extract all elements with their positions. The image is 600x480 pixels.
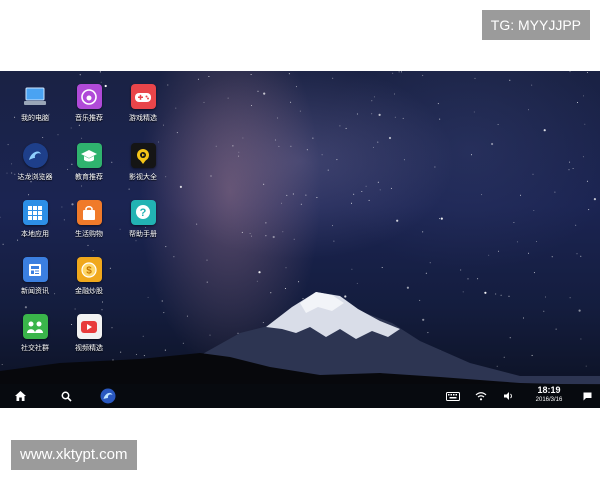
desktop-icon-music[interactable]: 音乐推荐 <box>61 82 117 138</box>
gamepad-icon <box>130 84 156 109</box>
desktop-icon-videos[interactable]: 视频精选 <box>61 312 117 368</box>
desktop-icon-shopping[interactable]: 生活购物 <box>61 198 117 254</box>
shopping-bag-icon <box>76 200 102 225</box>
svg-text:$: $ <box>86 265 92 276</box>
desktop-icon-browser[interactable]: 达龙浏览器 <box>7 141 63 197</box>
finance-coin-icon: $ <box>76 257 102 282</box>
desktop-icon-finance[interactable]: $ 金融炒股 <box>61 255 117 311</box>
desktop-icon-label: 视频精选 <box>75 344 103 352</box>
search-button[interactable] <box>56 384 76 408</box>
graduation-cap-icon <box>76 143 102 168</box>
notification-icon <box>583 392 591 400</box>
desktop-icon-label: 影视大全 <box>129 173 157 181</box>
clock-time: 18:19 <box>537 385 561 395</box>
taskbar: 18:19 2016/3/16 <box>0 384 600 408</box>
svg-text:?: ? <box>140 207 147 219</box>
volume-icon <box>503 392 512 400</box>
social-group-icon <box>22 314 48 339</box>
desktop-icon-label: 我的电脑 <box>21 114 49 122</box>
taskbar-clock[interactable]: 18:19 2016/3/16 <box>528 385 570 405</box>
desktop-icon-label: 帮助手册 <box>129 230 157 238</box>
wifi-button[interactable] <box>472 384 490 408</box>
keyboard-button[interactable] <box>444 384 462 408</box>
desktop-icon-label: 达龙浏览器 <box>17 173 53 181</box>
desktop-icon-local-apps[interactable]: 本地应用 <box>7 198 63 254</box>
desktop-icon-news[interactable]: 新闻资讯 <box>7 255 63 311</box>
home-button[interactable] <box>10 384 30 408</box>
music-icon <box>76 84 102 109</box>
desktop-icon-label: 本地应用 <box>21 230 49 238</box>
desktop-icon-label: 社交社群 <box>21 344 49 352</box>
video-play-icon <box>130 143 156 168</box>
desktop-icon-label: 新闻资讯 <box>21 287 49 295</box>
computer-icon <box>23 84 48 109</box>
wifi-icon <box>475 392 487 401</box>
keyboard-icon <box>446 391 460 401</box>
browser-icon <box>22 143 48 168</box>
watermark-top: TG: MYYJJPP <box>481 10 590 40</box>
home-icon <box>14 391 26 401</box>
desktop-icon-label: 教育推荐 <box>75 173 103 181</box>
desktop-icon-education[interactable]: 教育推荐 <box>61 141 117 197</box>
watermark-bottom: www.xktypt.com <box>11 440 137 470</box>
app-grid-icon <box>22 200 48 225</box>
desktop-icon-games[interactable]: 游戏精选 <box>115 82 171 138</box>
clock-date: 2016/3/16 <box>535 397 563 403</box>
desktop-screen: 我的电脑 音乐推荐 游戏精选 达龙浏览器 教育推荐 影视大全 本地应用 生活购物… <box>0 71 600 408</box>
browser-icon <box>100 388 116 404</box>
volume-button[interactable] <box>499 384 517 408</box>
news-icon <box>22 257 48 282</box>
desktop-icon-label: 音乐推荐 <box>75 114 103 122</box>
taskbar-browser-button[interactable] <box>98 384 118 408</box>
notification-button[interactable] <box>580 384 594 408</box>
search-icon <box>61 391 72 402</box>
help-icon: ? <box>130 200 156 225</box>
desktop-icon-help[interactable]: ? 帮助手册 <box>115 198 171 254</box>
video-icon <box>76 314 102 339</box>
desktop-icon-my-computer[interactable]: 我的电脑 <box>7 82 63 138</box>
desktop-icon-label: 金融炒股 <box>75 287 103 295</box>
desktop-icon-movies[interactable]: 影视大全 <box>115 141 171 197</box>
desktop-icon-label: 游戏精选 <box>129 114 157 122</box>
desktop-icon-label: 生活购物 <box>75 230 103 238</box>
desktop-icon-social[interactable]: 社交社群 <box>7 312 63 368</box>
